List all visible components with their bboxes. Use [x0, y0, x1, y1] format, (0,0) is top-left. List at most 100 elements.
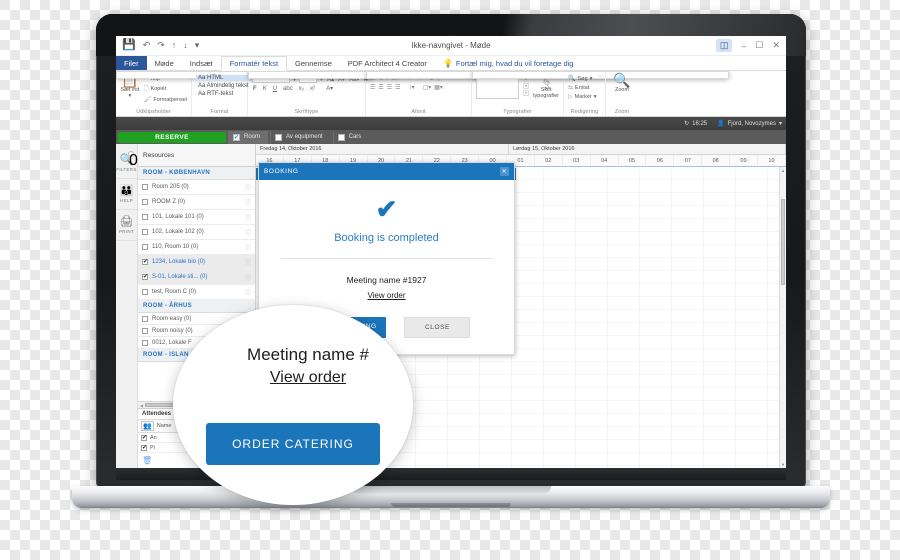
- borders-icon[interactable]: ▦▾: [434, 84, 443, 91]
- list-item[interactable]: S-01, Lokale sti... (0) ⓘ: [138, 270, 255, 285]
- restore-icon[interactable]: ☐: [755, 40, 763, 51]
- magnified-view-order-link[interactable]: View order: [270, 369, 346, 387]
- styles-more-icon[interactable]: ▾: [523, 90, 530, 96]
- format-html-option[interactable]: Aa HTML: [196, 75, 251, 81]
- tab-filer[interactable]: Filer: [116, 56, 147, 70]
- tell-me-box[interactable]: 💡 Fortæl mig, hvad du vil foretage dig: [435, 56, 582, 70]
- attendee-checkbox[interactable]: [141, 434, 147, 442]
- row-checkbox[interactable]: [142, 315, 148, 322]
- attendee-checkbox[interactable]: [141, 444, 147, 452]
- rail-item-print[interactable]: 🖨 PRINT: [116, 210, 137, 241]
- format-painter-button[interactable]: 🖌 Formatpensel: [144, 96, 187, 104]
- remove-icon[interactable]: ⓘ: [245, 228, 251, 237]
- list-item[interactable]: test, Room C (0) ⓘ: [138, 285, 255, 300]
- format-rtf-option[interactable]: Aa RTF-tekst: [196, 91, 251, 97]
- subscript-icon[interactable]: x₂: [298, 86, 305, 92]
- minimize-icon[interactable]: –: [741, 41, 746, 51]
- find-button[interactable]: 🔍 Søg ▾: [568, 75, 597, 83]
- booking-toolbar[interactable]: RESERVE Room Av equipment Cars: [116, 130, 786, 144]
- row-checkbox[interactable]: [142, 214, 148, 220]
- ribbon-tabs[interactable]: Filer Møde Indsæt Formatér tekst Gennems…: [116, 56, 786, 71]
- tab-formater-tekst[interactable]: Formatér tekst: [220, 56, 288, 71]
- list-item[interactable]: 110, Room 10 (0) ⓘ: [138, 240, 255, 255]
- select-button[interactable]: ▷ Markér ▾: [568, 93, 597, 101]
- line-spacing-icon[interactable]: ↕▾: [404, 84, 415, 91]
- row-checkbox[interactable]: [142, 199, 148, 205]
- list-item[interactable]: Room 205 (0) ⓘ: [138, 180, 255, 195]
- align-right-icon[interactable]: ☰: [387, 84, 392, 91]
- add-attendee-icon[interactable]: 👥: [141, 421, 154, 431]
- list-item[interactable]: 101, Lokale 101 (0) ⓘ: [138, 210, 255, 225]
- format-plaintext-option[interactable]: Aa Almindelig tekst: [196, 83, 251, 89]
- justify-icon[interactable]: ☰: [395, 84, 400, 91]
- list-item[interactable]: ROOM Z (0) ⓘ: [138, 195, 255, 210]
- tab-gennemse[interactable]: Gennemse: [287, 56, 340, 70]
- ribbon-options-icon[interactable]: ◫: [715, 39, 733, 52]
- row-checkbox[interactable]: [142, 273, 148, 281]
- window-controls[interactable]: ◫ – ☐ ✕: [715, 39, 780, 52]
- tab-pdf-architect[interactable]: PDF Architect 4 Creator: [340, 56, 435, 70]
- row-checkbox[interactable]: [142, 289, 148, 295]
- find-caret-icon[interactable]: ▾: [590, 76, 593, 82]
- remove-icon[interactable]: ⓘ: [245, 258, 251, 267]
- user-menu[interactable]: 👤 Fjord, Novozymes ▾: [717, 120, 782, 128]
- remove-icon[interactable]: ⓘ: [245, 213, 251, 222]
- remove-icon[interactable]: ⓘ: [245, 243, 251, 252]
- bold-icon[interactable]: F: [252, 86, 258, 92]
- tab-mode[interactable]: Møde: [147, 56, 182, 70]
- row-checkbox[interactable]: [142, 229, 148, 235]
- tab-indsaet[interactable]: Indsæt: [182, 56, 221, 70]
- replace-label: Erstat: [575, 84, 590, 91]
- styles-scroll-down-icon[interactable]: ▾: [523, 83, 530, 89]
- resource-group-kobenhavn[interactable]: ROOM - KØBENHAVN: [138, 167, 255, 180]
- left-rail[interactable]: 0 🔍 FILTERS 👪 HELP 🖨 PRINT: [116, 144, 138, 468]
- row-checkbox[interactable]: [142, 244, 148, 250]
- remove-icon[interactable]: ⓘ: [245, 198, 251, 207]
- vscroll-thumb[interactable]: [781, 199, 785, 285]
- remove-icon[interactable]: ⓘ: [245, 288, 251, 297]
- filter-chip-av-equipment[interactable]: Av equipment: [270, 130, 331, 144]
- close-icon[interactable]: ✕: [500, 167, 509, 176]
- font-color-icon[interactable]: A▾: [320, 85, 334, 92]
- av-equipment-checkbox[interactable]: [275, 133, 283, 141]
- hour-tick: 04: [591, 155, 619, 166]
- row-checkbox[interactable]: [142, 184, 148, 190]
- scroll-down-icon[interactable]: ▼: [780, 462, 786, 467]
- superscript-icon[interactable]: x²: [309, 86, 316, 92]
- filter-chip-cars[interactable]: Cars: [332, 130, 370, 144]
- room-checkbox[interactable]: [233, 133, 240, 142]
- remove-icon[interactable]: ⓘ: [245, 183, 251, 192]
- cars-checkbox[interactable]: [337, 133, 345, 141]
- list-item[interactable]: 1234, Lokale bio (0) ⓘ: [138, 255, 255, 270]
- italic-icon[interactable]: K: [262, 86, 268, 92]
- timeline-vscrollbar[interactable]: ▲ ▼: [779, 167, 786, 468]
- scroll-up-icon[interactable]: ▲: [780, 168, 786, 173]
- magnified-order-catering-button[interactable]: ORDER CATERING: [206, 423, 380, 465]
- replace-button[interactable]: ⇆ Erstat: [568, 84, 597, 92]
- paste-caret-icon[interactable]: ▾: [120, 93, 140, 99]
- row-checkbox[interactable]: [142, 339, 148, 346]
- chevron-down-icon[interactable]: ▾: [779, 120, 782, 127]
- rail-item-help[interactable]: 👪 HELP: [116, 179, 137, 210]
- ribbon[interactable]: 📋 Sæt ind ▾ ✂ Klip 🗋 Kopiér: [116, 71, 786, 117]
- copy-button[interactable]: 🗋 Kopiér: [144, 84, 187, 94]
- list-item[interactable]: 102, Lokale 102 (0) ⓘ: [138, 225, 255, 240]
- align-left-icon[interactable]: ☰: [370, 84, 375, 91]
- zoom-button[interactable]: 🔍 Zoom: [610, 73, 634, 93]
- rail-item-filters[interactable]: 0 🔍 FILTERS: [116, 148, 138, 179]
- shading-icon[interactable]: ▢▾: [418, 84, 432, 91]
- close-button[interactable]: CLOSE: [404, 317, 471, 338]
- scroll-left-icon[interactable]: ◀: [140, 403, 143, 408]
- close-icon[interactable]: ✕: [772, 40, 780, 51]
- filter-chip-room[interactable]: Room: [228, 130, 269, 144]
- remove-icon[interactable]: ⓘ: [245, 273, 251, 282]
- row-checkbox[interactable]: [142, 327, 148, 334]
- view-order-link[interactable]: View order: [367, 291, 405, 300]
- align-center-icon[interactable]: ☰: [378, 84, 383, 91]
- row-checkbox[interactable]: [142, 258, 148, 266]
- strikethrough-icon[interactable]: abc: [282, 86, 294, 92]
- underline-icon[interactable]: U: [272, 86, 278, 92]
- reserve-button[interactable]: RESERVE: [118, 131, 226, 143]
- refresh-icon[interactable]: ↻: [684, 120, 689, 127]
- select-caret-icon[interactable]: ▾: [594, 94, 597, 100]
